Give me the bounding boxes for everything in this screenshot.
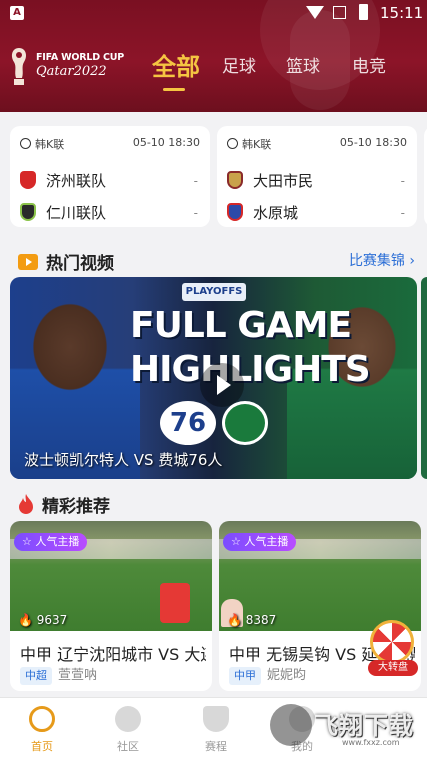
match-list: 韩K联 05-10 18:30 济州联队 - 仁川联队 - 韩K联 05-10 … bbox=[0, 118, 427, 234]
home-team: 大田市民 bbox=[227, 170, 313, 191]
match-card[interactable]: 韩K联 05-10 18:30 大田市民 - 水原城 - bbox=[217, 126, 417, 227]
signal-icon bbox=[333, 6, 346, 19]
status-time: 15:11 bbox=[380, 4, 424, 22]
match-league: 韩K联 bbox=[227, 136, 271, 152]
match-datetime: 05-10 18:30 bbox=[132, 136, 200, 149]
play-button[interactable] bbox=[200, 363, 244, 407]
home-team: 济州联队 bbox=[20, 170, 106, 191]
team-emblem-icon bbox=[227, 203, 243, 221]
active-tab-underline bbox=[163, 88, 185, 91]
nav-home[interactable]: 首页 bbox=[12, 706, 72, 754]
site-watermark: 飞翔下载 www.fxxz.com bbox=[268, 702, 420, 754]
sixers-logo: 76 bbox=[160, 401, 216, 445]
notification-a-icon: A bbox=[10, 6, 24, 20]
match-league: 韩K联 bbox=[20, 136, 64, 152]
wheel-icon bbox=[370, 620, 414, 664]
wheel-label: 大转盘 bbox=[368, 660, 418, 676]
popular-host-badge: ☆ 人气主播 bbox=[223, 533, 297, 551]
host-name: 妮妮昀 bbox=[267, 668, 307, 683]
flame-icon: 🔥 bbox=[227, 613, 242, 627]
match-card[interactable]: 韩K联 05-10 18:30 济州联队 - 仁川联队 - bbox=[10, 126, 210, 227]
football-icon bbox=[227, 138, 238, 149]
next-video-peek bbox=[421, 277, 427, 479]
team-emblem-icon bbox=[20, 203, 36, 221]
trophy-icon bbox=[203, 706, 229, 732]
tab-esports[interactable]: 电竞 bbox=[352, 52, 386, 77]
video-headline-line1: FULL GAME bbox=[130, 305, 352, 346]
stream-title: 中甲 辽宁沈阳城市 VS 大连 bbox=[20, 645, 206, 664]
nav-schedule[interactable]: 赛程 bbox=[186, 706, 246, 754]
app-header: A 15:11 FIFA WORLD CUP Qatar2022 全部 足球 篮… bbox=[0, 0, 427, 112]
category-tag: 中甲 bbox=[229, 667, 261, 685]
view-count: 🔥 9637 bbox=[18, 613, 68, 627]
home-score: - bbox=[400, 174, 405, 188]
world-cup-logo: FIFA WORLD CUP Qatar2022 bbox=[8, 46, 144, 90]
tab-basketball[interactable]: 篮球 bbox=[286, 52, 320, 77]
video-caption: 波士顿凯尔特人 VS 费城76人 bbox=[24, 451, 223, 469]
flame-icon bbox=[19, 494, 33, 514]
team-emblem-icon bbox=[20, 171, 36, 189]
away-score: - bbox=[193, 206, 198, 220]
lucky-wheel-button[interactable]: 大转盘 bbox=[368, 620, 418, 676]
category-tag: 中超 bbox=[20, 667, 52, 685]
away-team: 水原城 bbox=[227, 202, 298, 223]
community-icon bbox=[115, 706, 141, 732]
celtics-logo bbox=[222, 401, 268, 445]
team-emblem-icon bbox=[227, 171, 243, 189]
flame-icon: 🔥 bbox=[18, 613, 33, 627]
highlights-link[interactable]: 比赛集锦 › bbox=[349, 250, 415, 270]
view-count: 🔥 8387 bbox=[227, 613, 277, 627]
host-name: 萱萱呐 bbox=[58, 668, 98, 683]
battery-icon bbox=[359, 4, 368, 20]
popular-host-badge: ☆ 人气主播 bbox=[14, 533, 88, 551]
featured-video[interactable]: PLAYOFFS FULL GAME HIGHLIGHTS 76 波士顿凯尔特人… bbox=[10, 277, 417, 479]
home-score: - bbox=[193, 174, 198, 188]
trophy-icon bbox=[11, 48, 27, 85]
tab-all[interactable]: 全部 bbox=[152, 47, 200, 82]
away-team: 仁川联队 bbox=[20, 202, 106, 223]
watermark-logo-icon bbox=[270, 704, 312, 746]
wifi-icon bbox=[306, 6, 324, 19]
logo-line1: FIFA WORLD CUP bbox=[36, 52, 125, 63]
tab-football[interactable]: 足球 bbox=[222, 52, 256, 77]
recommend-card[interactable]: ☆ 人气主播 🔥 9637 中甲 辽宁沈阳城市 VS 大连 中超 萱萱呐 bbox=[10, 521, 212, 691]
promo-sticker-icon bbox=[160, 583, 190, 623]
chevron-right-icon: › bbox=[409, 253, 415, 269]
status-bar: A 15:11 bbox=[0, 0, 427, 28]
home-icon bbox=[29, 706, 55, 732]
nav-community[interactable]: 社区 bbox=[98, 706, 158, 754]
hot-videos-heading: 热门视频 bbox=[18, 249, 114, 274]
video-play-icon bbox=[18, 254, 38, 270]
recommend-heading: 精彩推荐 bbox=[18, 492, 110, 517]
logo-line2: Qatar2022 bbox=[36, 64, 107, 79]
away-score: - bbox=[400, 206, 405, 220]
match-datetime: 05-10 18:30 bbox=[339, 136, 407, 149]
football-icon bbox=[20, 138, 31, 149]
playoffs-brand: PLAYOFFS bbox=[182, 283, 246, 301]
